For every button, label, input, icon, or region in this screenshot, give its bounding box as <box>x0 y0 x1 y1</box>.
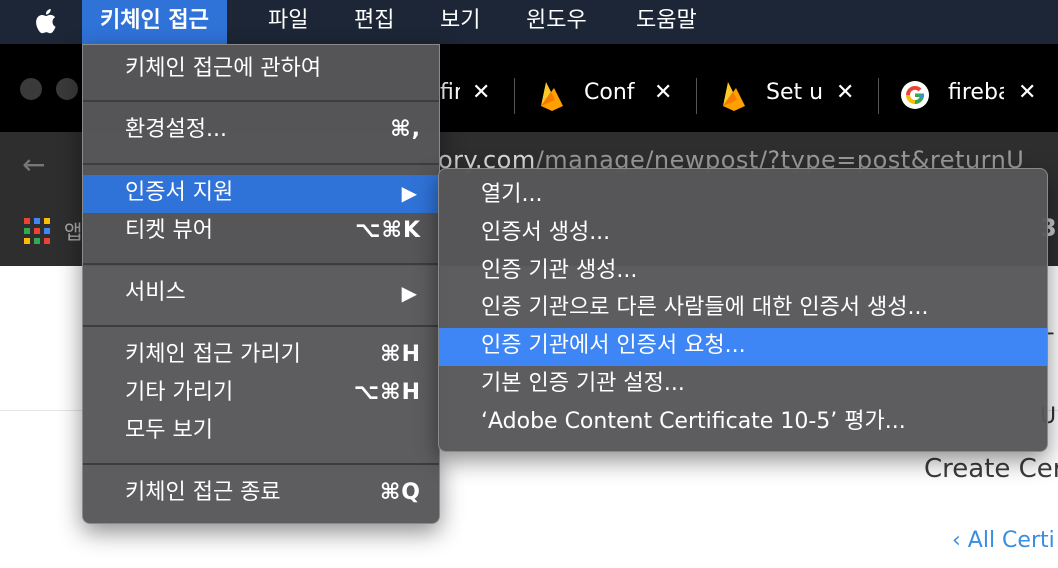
menubar-item-file[interactable]: 파일 <box>268 0 308 44</box>
menu-item-hide[interactable]: 키체인 접근 가리기 ⌘H <box>83 337 439 375</box>
menu-item-shortcut: ⌘Q <box>379 480 421 505</box>
menu-separator <box>83 263 439 265</box>
menubar-item-view[interactable]: 보기 <box>440 0 480 44</box>
tab-title: fireba <box>440 80 460 105</box>
tab-close-icon[interactable]: ✕ <box>472 80 490 105</box>
menu-item-shortcut: ⌘H <box>380 342 421 367</box>
firebase-icon <box>541 82 563 111</box>
tab-divider <box>514 78 515 114</box>
menu-item-label: 키체인 접근 종료 <box>125 480 281 505</box>
menubar-item-window[interactable]: 윈도우 <box>526 0 587 44</box>
menu-item-shortcut: ⌥⌘H <box>353 380 421 405</box>
menu-item-shortcut: ⌥⌘K <box>355 218 421 243</box>
google-icon <box>901 81 929 109</box>
submenu-arrow-icon: ▶ <box>401 281 417 305</box>
menu-item-show-all[interactable]: 모두 보기 <box>83 413 439 451</box>
submenu-item-create-ca[interactable]: 인증 기관 생성... <box>439 253 1047 291</box>
back-arrow-icon[interactable]: ← <box>22 148 45 181</box>
submenu-item-create-cert-for-others[interactable]: 인증 기관으로 다른 사람들에 대한 인증서 생성... <box>439 290 1047 328</box>
menu-item-label: 모두 보기 <box>125 418 213 443</box>
menubar-item-keychain[interactable]: 키체인 접근 <box>82 0 227 44</box>
tab-divider <box>878 78 879 114</box>
submenu-item-label: 인증서 생성... <box>481 220 611 245</box>
menu-separator <box>83 325 439 327</box>
tab-title: Set u <box>766 80 824 105</box>
certificate-assistant-submenu: 열기... 인증서 생성... 인증 기관 생성... 인증 기관으로 다른 사… <box>438 168 1048 452</box>
menu-separator <box>83 163 439 165</box>
tab-divider <box>696 78 697 114</box>
submenu-item-label: 인증 기관 생성... <box>481 258 638 283</box>
menu-item-label: 서비스 <box>125 280 186 305</box>
submenu-item-label: ‘Adobe Content Certificate 10-5’ 평가... <box>481 409 906 434</box>
menu-item-hide-others[interactable]: 기타 가리기 ⌥⌘H <box>83 375 439 413</box>
menu-item-services[interactable]: 서비스 ▶ <box>83 275 439 313</box>
apple-icon[interactable] <box>32 6 62 36</box>
tab-title: Conf <box>584 80 635 105</box>
menu-item-preferences[interactable]: 환경설정... ⌘, <box>83 112 439 150</box>
menu-item-ticket-viewer[interactable]: 티켓 뷰어 ⌥⌘K <box>83 213 439 251</box>
submenu-item-label: 기본 인증 기관 설정... <box>481 371 685 396</box>
submenu-item-label: 인증 기관에서 인증서 요청... <box>481 333 746 358</box>
window-close-button[interactable] <box>20 78 42 100</box>
browser-tab[interactable]: Set u ✕ <box>720 78 870 114</box>
browser-tab[interactable]: fireba ✕ <box>900 78 1050 114</box>
menu-separator <box>83 463 439 465</box>
all-certificates-link[interactable]: ‹ All Certi <box>952 528 1055 553</box>
firebase-icon <box>723 82 745 111</box>
create-certificate-heading: Create Cer <box>924 454 1058 484</box>
keychain-menu: 키체인 접근에 관하여 환경설정... ⌘, 인증서 지원 ▶ 티켓 뷰어 ⌥⌘… <box>82 44 440 524</box>
menu-item-quit[interactable]: 키체인 접근 종료 ⌘Q <box>83 475 439 513</box>
menubar-item-help[interactable]: 도움말 <box>636 0 697 44</box>
menubar: 키체인 접근 파일 편집 보기 윈도우 도움말 <box>0 0 1058 44</box>
browser-tab[interactable]: Conf ✕ <box>538 78 688 114</box>
submenu-item-label: 열기... <box>481 182 543 207</box>
menu-item-about[interactable]: 키체인 접근에 관하여 <box>83 51 439 89</box>
submenu-arrow-icon: ▶ <box>401 181 417 205</box>
submenu-item-request-from-ca[interactable]: 인증 기관에서 인증서 요청... <box>439 328 1047 366</box>
bookmark-apps-label[interactable]: 앱 <box>64 216 82 245</box>
menu-item-label: 키체인 접근에 관하여 <box>125 56 322 81</box>
submenu-item-create-certificate[interactable]: 인증서 생성... <box>439 215 1047 253</box>
menu-item-shortcut: ⌘, <box>390 117 421 142</box>
menubar-item-edit[interactable]: 편집 <box>354 0 394 44</box>
tab-close-icon[interactable]: ✕ <box>836 80 854 105</box>
menu-item-label: 기타 가리기 <box>125 380 234 405</box>
tab-close-icon[interactable]: ✕ <box>1018 80 1036 105</box>
submenu-item-label: 인증 기관으로 다른 사람들에 대한 인증서 생성... <box>481 295 929 320</box>
menu-item-label: 키체인 접근 가리기 <box>125 342 301 367</box>
submenu-item-evaluate[interactable]: ‘Adobe Content Certificate 10-5’ 평가... <box>439 404 1047 442</box>
submenu-item-open[interactable]: 열기... <box>439 177 1047 215</box>
menu-item-label: 인증서 지원 <box>125 180 234 205</box>
tab-title: fireba <box>948 80 1004 105</box>
submenu-item-set-default-ca[interactable]: 기본 인증 기관 설정... <box>439 366 1047 404</box>
menu-separator <box>83 100 439 102</box>
menu-item-label: 티켓 뷰어 <box>125 218 213 243</box>
menu-item-certificate-assistant[interactable]: 인증서 지원 ▶ <box>83 175 439 213</box>
menu-item-label: 환경설정... <box>125 117 227 142</box>
apps-grid-icon[interactable] <box>24 218 50 244</box>
browser-tab[interactable]: fireba ✕ <box>440 78 510 114</box>
window-minimize-button[interactable] <box>56 78 78 100</box>
tab-close-icon[interactable]: ✕ <box>654 80 672 105</box>
